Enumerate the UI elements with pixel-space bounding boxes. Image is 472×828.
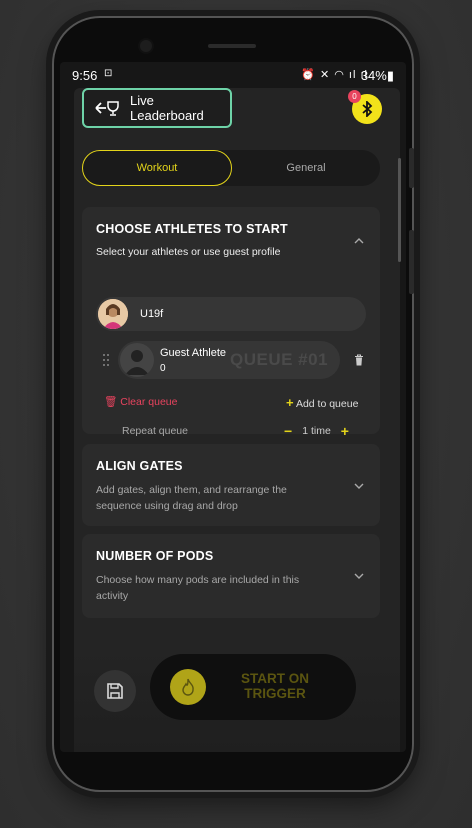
tab-workout[interactable]: Workout (82, 150, 232, 186)
clear-queue-label: Clear queue (120, 396, 178, 408)
flame-icon (170, 669, 206, 705)
save-icon (107, 683, 123, 699)
choose-athletes-subtitle: Select your athletes or use guest profil… (96, 246, 281, 258)
status-time: 9:56 (72, 68, 98, 83)
drag-handle-icon[interactable] (102, 353, 110, 367)
align-gates-card[interactable]: ALIGN GATES Add gates, align them, and r… (82, 444, 380, 526)
guest-avatar-icon (120, 343, 154, 377)
bluetooth-icon (362, 101, 373, 117)
minus-icon[interactable]: − (284, 423, 292, 439)
repeat-value: 1 time (302, 425, 331, 437)
add-to-queue-label: Add to queue (295, 398, 359, 410)
bluetooth-count-badge: 0 (348, 90, 361, 103)
status-icons: ⏰ ✕ ◠ ıl ıl (301, 69, 368, 81)
chevron-up-icon[interactable] (354, 236, 364, 246)
start-on-trigger-label: START ON TRIGGER (220, 671, 330, 701)
guest-athlete-item[interactable]: Guest Athlete 0 QUEUE #01 (118, 341, 340, 379)
align-gates-title: ALIGN GATES (96, 459, 183, 473)
repeat-stepper: − 1 time + (284, 423, 349, 439)
add-to-queue-button[interactable]: + Add to queue (286, 395, 358, 410)
athlete-name: U19f (140, 308, 164, 320)
volume-button (409, 148, 414, 188)
guest-name: Guest Athlete (160, 347, 227, 359)
screen-record-icon: ⊡ (104, 68, 113, 79)
trophy-arrow-icon (95, 101, 119, 116)
start-line-2: TRIGGER (244, 686, 306, 701)
save-button[interactable] (94, 670, 136, 712)
chevron-down-icon[interactable] (354, 481, 364, 491)
tab-general[interactable]: General (232, 150, 380, 186)
power-button (409, 230, 414, 294)
align-gates-description: Add gates, align them, and rearrange the… (96, 484, 287, 512)
app-content: Live Leaderboard 0 Workout General CHOOS… (74, 88, 400, 752)
athlete-item-u19f[interactable]: U19f (96, 297, 366, 331)
front-camera (140, 40, 152, 52)
start-on-trigger-button[interactable]: START ON TRIGGER (150, 654, 356, 720)
battery-level: 34%▮ (360, 68, 394, 83)
mode-tabs: Workout General (82, 150, 380, 186)
queue-label: QUEUE #01 (230, 350, 329, 369)
status-bar: 9:56 ⊡ ⏰ ✕ ◠ ıl ıl 34%▮ (60, 62, 406, 88)
number-of-pods-card[interactable]: NUMBER OF PODS Choose how many pods are … (82, 534, 380, 618)
choose-athletes-title: CHOOSE ATHLETES TO START (96, 222, 288, 236)
trash-red-icon: 🗑︎ (104, 396, 118, 408)
earpiece-speaker (208, 44, 256, 48)
guest-score: 0 (160, 363, 166, 374)
start-line-1: START ON (241, 671, 309, 686)
plus-icon[interactable]: + (341, 423, 349, 439)
repeat-queue-label: Repeat queue (122, 425, 188, 437)
athlete-avatar (98, 299, 128, 329)
phone-screen: 9:56 ⊡ ⏰ ✕ ◠ ıl ıl 34%▮ Live Leaderboard… (60, 62, 406, 752)
trash-icon[interactable] (354, 354, 364, 366)
clear-queue-button[interactable]: 🗑︎ Clear queue (104, 395, 177, 408)
choose-athletes-card: CHOOSE ATHLETES TO START Select your ath… (82, 207, 380, 439)
live-leaderboard-button[interactable]: Live Leaderboard (82, 88, 232, 128)
chevron-down-icon[interactable] (354, 571, 364, 581)
plus-icon: + (286, 395, 294, 410)
leaderboard-label: Live Leaderboard (130, 93, 204, 123)
number-of-pods-description: Choose how many pods are included in thi… (96, 574, 300, 602)
number-of-pods-title: NUMBER OF PODS (96, 549, 214, 563)
scrollbar[interactable] (398, 158, 401, 262)
